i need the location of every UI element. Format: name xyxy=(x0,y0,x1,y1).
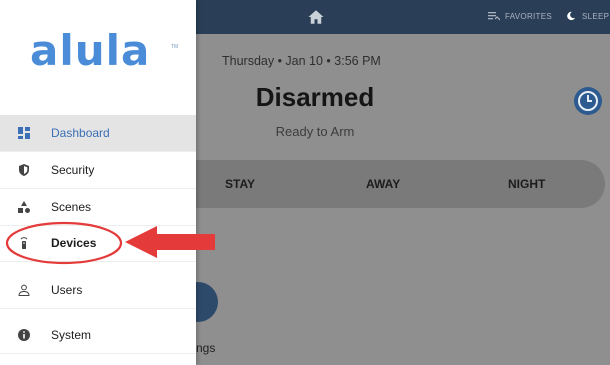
user-icon xyxy=(18,284,30,296)
sidebar-item-dashboard[interactable]: Dashboard xyxy=(0,115,196,152)
sleep-button[interactable]: SLEEP xyxy=(565,11,609,21)
arm-stay-button[interactable]: STAY xyxy=(225,177,255,191)
shield-icon xyxy=(19,164,29,176)
sidebar-item-system[interactable]: System xyxy=(0,317,196,354)
arm-status-subtitle: Ready to Arm xyxy=(275,124,355,139)
favorites-icon xyxy=(488,12,500,21)
info-icon xyxy=(18,329,30,341)
arm-away-button[interactable]: AWAY xyxy=(366,177,400,191)
navigation-drawer: alula TM Dashboard Security Scenes Devic… xyxy=(0,0,196,365)
alula-logo: alula xyxy=(30,26,151,75)
sidebar-item-label: Scenes xyxy=(51,200,92,214)
sidebar-item-label: Security xyxy=(51,163,95,177)
favorites-label: FAVORITES xyxy=(505,11,553,21)
home-icon[interactable] xyxy=(307,8,325,26)
sidebar-item-label: System xyxy=(51,328,92,342)
clock-icon[interactable] xyxy=(573,86,603,116)
dashboard-icon xyxy=(18,127,30,139)
sleep-label: SLEEP xyxy=(582,11,610,21)
date-time: Thursday • Jan 10 • 3:56 PM xyxy=(222,54,381,68)
arm-night-button[interactable]: NIGHT xyxy=(508,177,545,191)
favorites-button[interactable]: FAVORITES xyxy=(488,11,552,21)
moon-icon xyxy=(567,11,576,21)
sidebar-item-label: Users xyxy=(51,283,83,297)
sidebar-item-label: Dashboard xyxy=(51,126,110,140)
sidebar-item-security[interactable]: Security xyxy=(0,152,196,189)
highlight-ellipse xyxy=(5,221,123,265)
trademark-mark: TM xyxy=(171,44,179,50)
pointer-arrow-icon xyxy=(125,226,215,258)
sidebar-item-users[interactable]: Users xyxy=(0,272,196,309)
settings-label: ngs xyxy=(196,341,216,355)
arm-status-title: Disarmed xyxy=(255,82,375,112)
scenes-icon xyxy=(18,201,30,213)
